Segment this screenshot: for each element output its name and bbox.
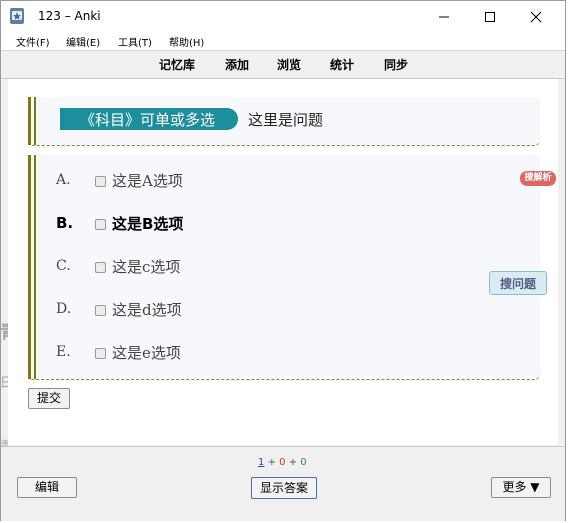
minimize-button[interactable] [421,2,467,32]
menu-help[interactable]: 帮助(H) [169,34,204,49]
question-card: 《科目》可单或多选 这里是问题 [28,97,540,146]
submit-button[interactable]: 提交 [28,388,70,409]
more-button[interactable]: 更多 ▼ [491,477,551,498]
option-letter: B. [56,214,74,232]
review-count: 0 [300,457,307,468]
toolbar-browse[interactable]: 浏览 [277,56,301,73]
background-window-fragment: 青 [0,318,8,344]
option-letter: D. [56,301,72,317]
question-text: 这里是问题 [248,111,324,129]
option-checkbox[interactable] [95,219,106,230]
review-webview: 《科目》可单或多选 这里是问题 A. 这是A选项 B. 这是B选项 C. 这是c… [8,79,558,445]
bottom-bar: 1 + 0 + 0 编辑 显示答案 更多 ▼ [1,446,565,521]
option-checkbox[interactable] [95,348,106,359]
card-left-bar [28,97,36,145]
window-title: 123 – Anki [38,9,101,23]
subject-label: 《科目》可单或多选 [80,111,216,129]
learn-count: 0 [279,457,286,468]
option-letter: C. [56,258,71,274]
count-separator: + [267,457,280,468]
toolbar-add[interactable]: 添加 [225,56,249,73]
option-text: 这是d选项 [112,301,182,319]
new-count: 1 [258,457,265,468]
main-toolbar: 记忆库 添加 浏览 统计 同步 [1,51,565,79]
menu-bar: 文件(F) 编辑(E) 工具(T) 帮助(H) [1,31,565,51]
maximize-icon [485,12,495,22]
due-counts: 1 + 0 + 0 [258,457,307,468]
anki-app-icon [10,8,24,24]
toolbar-stats[interactable]: 统计 [330,56,354,73]
menu-tools[interactable]: 工具(T) [118,34,152,49]
close-icon [530,11,542,23]
card-left-bar [28,155,36,379]
title-bar[interactable]: 123 – Anki [1,1,565,31]
background-window-fragment: 日 [0,376,8,391]
option-letter: A. [56,172,71,188]
option-letter: E. [56,344,71,360]
option-text: 这是c选项 [112,258,181,276]
options-card: A. 这是A选项 B. 这是B选项 C. 这是c选项 D. 这是d选项 E. 这… [28,155,540,380]
option-checkbox[interactable] [95,262,106,273]
toolbar-decks[interactable]: 记忆库 [159,56,195,73]
close-button[interactable] [513,2,559,32]
option-text: 这是e选项 [112,344,181,362]
minimize-icon [439,16,449,18]
option-checkbox[interactable] [95,176,106,187]
search-analysis-badge[interactable]: 搜解析 [520,171,556,186]
count-separator: + [288,457,301,468]
option-checkbox[interactable] [95,305,106,316]
search-question-button[interactable]: 搜问题 [489,271,547,295]
menu-file[interactable]: 文件(F) [16,34,50,49]
show-answer-button[interactable]: 显示答案 [251,477,317,499]
option-text: 这是B选项 [112,215,184,233]
maximize-button[interactable] [467,2,513,32]
toolbar-sync[interactable]: 同步 [384,56,408,73]
edit-button[interactable]: 编辑 [17,477,77,498]
menu-edit[interactable]: 编辑(E) [66,34,100,49]
option-text: 这是A选项 [112,172,183,190]
